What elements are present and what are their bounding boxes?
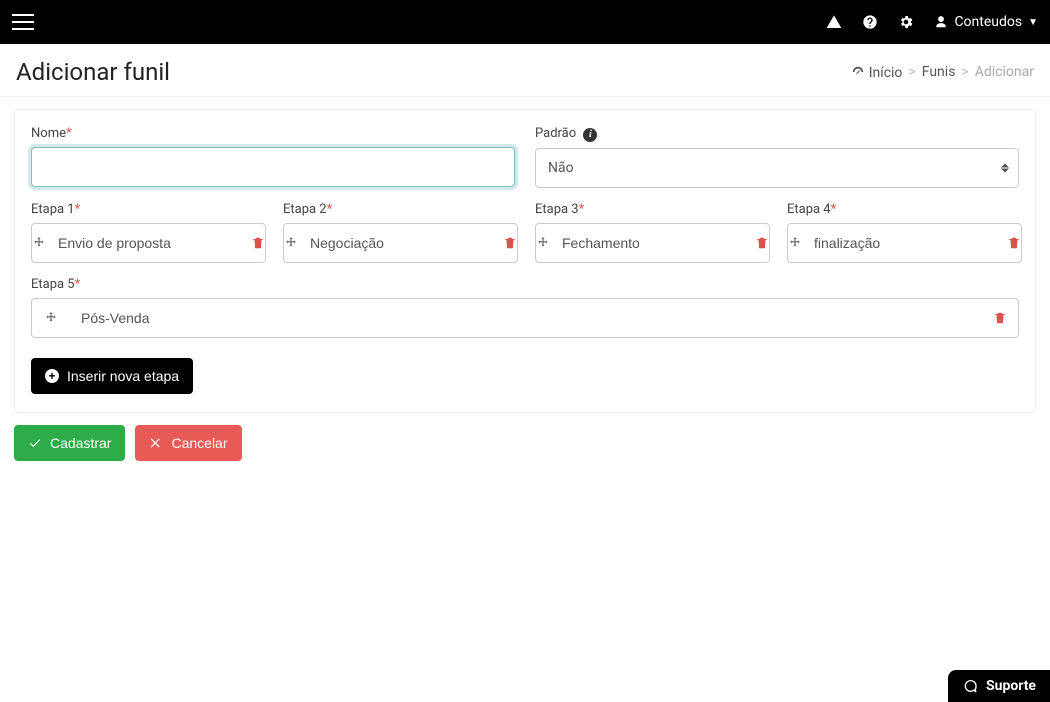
stage-label: Etapa 2* — [283, 202, 515, 217]
chat-icon — [962, 678, 978, 694]
name-label: Nome* — [31, 126, 515, 141]
breadcrumb-sep: > — [961, 64, 968, 80]
cancel-button[interactable]: Cancelar — [135, 425, 241, 461]
stage-input[interactable] — [550, 223, 755, 263]
stage-label: Etapa 4* — [787, 202, 1019, 217]
delete-stage-button[interactable] — [1007, 223, 1022, 263]
form-actions: Cadastrar Cancelar — [0, 425, 1050, 475]
menu-toggle-button[interactable] — [12, 14, 34, 30]
delete-stage-button[interactable] — [503, 223, 518, 263]
name-input[interactable] — [31, 147, 515, 187]
drag-handle-icon[interactable] — [283, 223, 298, 263]
plus-circle-icon: + — [45, 369, 59, 383]
stage-input[interactable] — [69, 298, 981, 338]
breadcrumb-home[interactable]: Início — [851, 63, 902, 81]
add-stage-button[interactable]: + Inserir nova etapa — [31, 358, 193, 394]
delete-stage-button[interactable] — [981, 298, 1019, 338]
breadcrumb-current: Adicionar — [975, 64, 1034, 80]
topbar: Conteudos ▼ — [0, 0, 1050, 44]
delete-stage-button[interactable] — [251, 223, 266, 263]
support-button[interactable]: Suporte — [948, 670, 1050, 702]
submit-button[interactable]: Cadastrar — [14, 425, 125, 461]
alert-icon[interactable] — [826, 14, 842, 30]
drag-handle-icon[interactable] — [535, 223, 550, 263]
stage-input[interactable] — [46, 223, 251, 263]
close-icon — [149, 436, 163, 450]
stage-label: Etapa 3* — [535, 202, 767, 217]
default-select[interactable]: Não — [535, 148, 1019, 188]
user-label: Conteudos — [954, 14, 1022, 30]
topbar-right: Conteudos ▼ — [826, 14, 1038, 30]
drag-handle-icon[interactable] — [787, 223, 802, 263]
settings-icon[interactable] — [898, 14, 914, 30]
stage-input[interactable] — [802, 223, 1007, 263]
info-icon[interactable]: i — [583, 128, 597, 142]
breadcrumb-level1[interactable]: Funis — [922, 64, 956, 80]
caret-down-icon: ▼ — [1028, 17, 1038, 28]
help-icon[interactable] — [862, 14, 878, 30]
drag-handle-icon[interactable] — [31, 298, 69, 338]
stage-input[interactable] — [298, 223, 503, 263]
user-menu[interactable]: Conteudos ▼ — [934, 14, 1038, 30]
breadcrumb: Início > Funis > Adicionar — [851, 63, 1034, 81]
form-panel: Nome* Padrão i Não Etapa 1* — [14, 109, 1036, 413]
stage-label: Etapa 1* — [31, 202, 263, 217]
page-title: Adicionar funil — [16, 58, 170, 86]
drag-handle-icon[interactable] — [31, 223, 46, 263]
delete-stage-button[interactable] — [755, 223, 770, 263]
page-header: Adicionar funil Início > Funis > Adicion… — [0, 44, 1050, 97]
breadcrumb-sep: > — [908, 64, 915, 80]
check-icon — [28, 436, 42, 450]
dashboard-icon — [851, 65, 865, 79]
default-label: Padrão i — [535, 126, 1019, 142]
stage-label: Etapa 5* — [31, 277, 1019, 292]
